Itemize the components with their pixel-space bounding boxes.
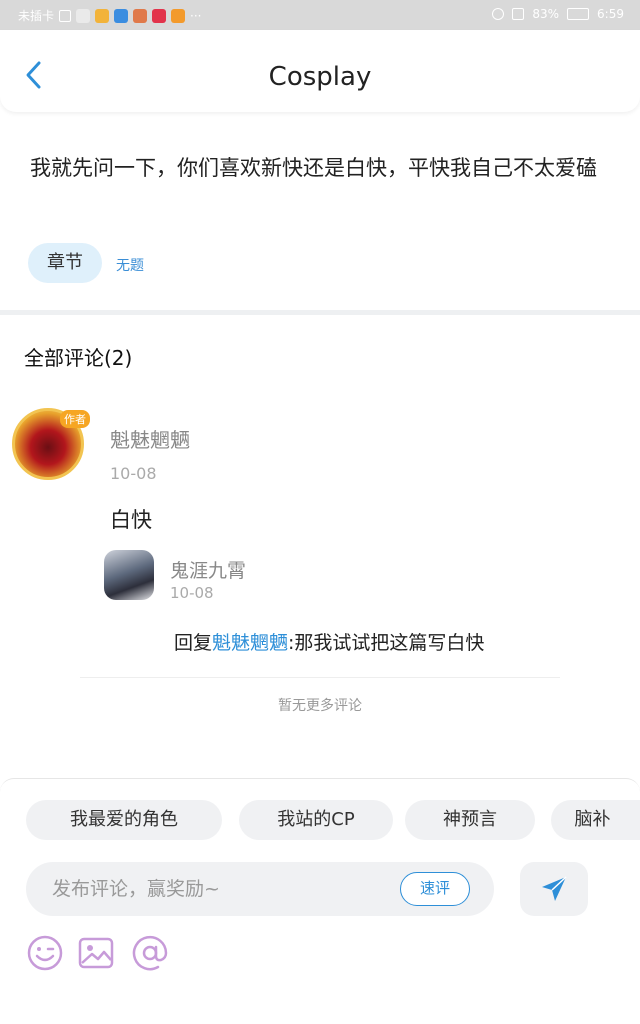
top-navigation-bar: Cosplay: [0, 30, 640, 112]
app-notification-icon: [133, 8, 148, 23]
app-notification-icon: [114, 8, 129, 23]
reply-mention-link[interactable]: 魁魅魍魉: [212, 632, 288, 654]
send-icon: [542, 876, 567, 901]
carrier-text: 未插卡: [18, 9, 55, 23]
status-bar: 未插卡 ··· 83% 6:59: [0, 0, 640, 30]
app-notification-icon: [171, 8, 186, 23]
battery-text: 83%: [532, 7, 560, 21]
more-notifications-icon: ···: [190, 8, 202, 23]
quick-comment-button[interactable]: 速评: [400, 872, 470, 906]
eye-icon: [492, 8, 505, 20]
battery-icon: [567, 8, 590, 20]
quick-tag-chip[interactable]: 我最爱的角色: [26, 800, 222, 840]
no-more-comments-text: 暂无更多评论: [278, 698, 362, 714]
chapter-title-link[interactable]: 无题: [116, 255, 144, 275]
comment-text: 白快: [110, 508, 152, 532]
divider: [80, 677, 560, 678]
section-divider: [0, 310, 640, 315]
author-badge: 作者: [60, 410, 90, 428]
comment-date: 10-08: [110, 464, 157, 483]
reply-prefix: 回复: [174, 632, 213, 654]
reply-text: 回复魁魅魍魉:那我试试把这篇写白快: [174, 628, 484, 655]
clock-text: 6:59: [597, 7, 624, 21]
wifi-icon: [76, 8, 91, 23]
comments-header: 全部评论(2): [24, 346, 133, 370]
at-icon[interactable]: [131, 934, 169, 972]
sim-icon: [59, 9, 72, 22]
quick-tag-chip[interactable]: 我站的CP: [239, 800, 393, 840]
send-button[interactable]: [520, 862, 588, 916]
status-left: 未插卡 ···: [18, 7, 201, 24]
reply-date: 10-08: [170, 584, 214, 602]
reply-author-name[interactable]: 鬼涯九霄: [170, 556, 246, 583]
chapter-tag[interactable]: 章节: [28, 243, 102, 283]
quick-tag-chip[interactable]: 脑补: [551, 800, 640, 840]
page-title: Cosplay: [268, 62, 372, 92]
app-notification-icon: [152, 8, 167, 23]
vibrate-icon: [512, 8, 525, 20]
reply-content: :那我试试把这篇写白快: [288, 632, 485, 654]
emoji-icon[interactable]: [26, 934, 64, 972]
quick-tag-chip[interactable]: 神预言: [405, 800, 535, 840]
post-body: 我就先问一下，你们喜欢新快还是白快，平快我自己不太爱磕: [30, 156, 597, 180]
comment-author-name[interactable]: 魁魅魍魉: [110, 424, 190, 453]
reply-avatar[interactable]: [104, 550, 154, 600]
app-notification-icon: [95, 8, 110, 23]
image-icon[interactable]: [77, 934, 115, 972]
status-right: 83% 6:59: [492, 7, 624, 21]
